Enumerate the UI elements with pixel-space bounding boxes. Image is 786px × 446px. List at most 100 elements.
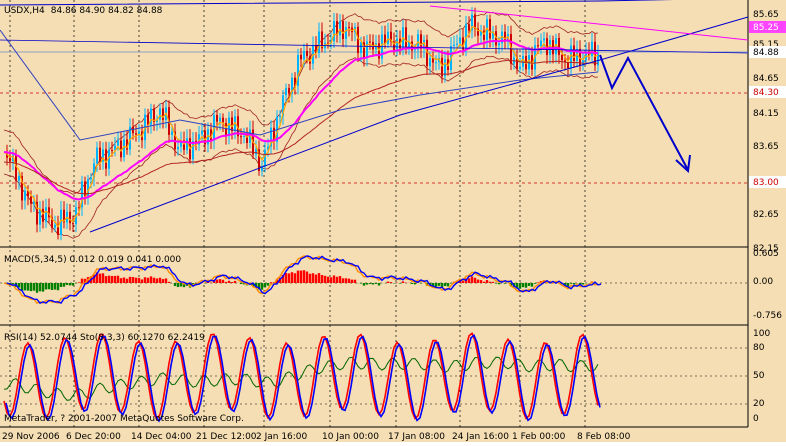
- candle-body: [396, 38, 398, 50]
- candle-body: [228, 117, 230, 136]
- candle-body: [300, 54, 302, 60]
- candle-body: [243, 136, 245, 138]
- candle-body: [498, 43, 500, 46]
- candle-body: [405, 27, 407, 47]
- price-tick-label: 84.15: [753, 109, 779, 119]
- candle-body: [489, 19, 491, 39]
- candle-body: [171, 131, 173, 135]
- time-tick-label: 21 Dec 12:00: [196, 432, 257, 442]
- candle-body: [30, 196, 32, 204]
- candle-body: [105, 149, 107, 169]
- time-tick-label: 2 Jan 16:00: [256, 432, 308, 442]
- candle-body: [453, 44, 455, 47]
- candle-body: [429, 57, 431, 67]
- candle-body: [459, 37, 461, 44]
- price-tick-label: 83.65: [753, 142, 779, 152]
- rsi-tick-label: 50: [753, 371, 765, 381]
- rsi-tick-label: 0: [753, 414, 759, 424]
- price-highlight-label: 83.00: [753, 178, 779, 188]
- copyright-text: MetaTrader, ? 2001-2007 MetaQuotes Softw…: [4, 414, 244, 424]
- candle-body: [69, 211, 71, 224]
- time-tick-label: 8 Feb 08:00: [577, 432, 631, 442]
- candle-body: [216, 115, 218, 122]
- candle-body: [117, 140, 119, 146]
- candle-body: [147, 114, 149, 125]
- candle-body: [201, 130, 203, 135]
- candle-body: [255, 149, 257, 155]
- price-tick-label: 85.65: [753, 10, 779, 20]
- candle-body: [345, 27, 347, 39]
- candle-body: [540, 40, 542, 47]
- candle-body: [96, 147, 98, 164]
- rsi-tick-label: 80: [753, 343, 765, 353]
- candle-body: [288, 88, 290, 94]
- candle-body: [339, 21, 341, 36]
- rsi-label: RSI(14) 52.0744 Sto(8,3,3) 60.1270 62.24…: [4, 333, 205, 343]
- time-tick-label: 1 Feb 00:00: [512, 432, 566, 442]
- candle-body: [519, 66, 521, 70]
- candle-body: [159, 108, 161, 120]
- candle-body: [414, 49, 416, 51]
- price-axis: 85.6585.1584.6584.1583.6583.1582.6582.15…: [749, 10, 786, 424]
- candle-body: [264, 149, 266, 166]
- candle-body: [456, 43, 458, 45]
- candle-body: [306, 51, 308, 57]
- candle-body: [18, 176, 20, 181]
- candle-body: [135, 133, 137, 135]
- candle-body: [387, 31, 389, 44]
- candle-body: [111, 150, 113, 152]
- rsi-tick-label: 100: [753, 329, 770, 339]
- candle-body: [369, 41, 371, 43]
- candle-body: [54, 224, 56, 228]
- candle-body: [219, 117, 221, 122]
- candle-body: [366, 41, 368, 59]
- time-tick-label: 17 Jan 08:00: [388, 432, 445, 442]
- time-tick-label: 29 Nov 2006: [2, 432, 60, 442]
- candle-body: [591, 41, 593, 57]
- chart-window[interactable]: 85.6585.1584.6584.1583.6583.1582.6582.15…: [0, 0, 786, 442]
- candle-body: [333, 21, 335, 42]
- candle-body: [573, 45, 575, 61]
- time-axis: 29 Nov 2006 6 Dec 20:00 14 Dec 04:00 21 Dec…: [2, 432, 631, 442]
- candle-body: [39, 208, 41, 225]
- candle-body: [318, 31, 320, 54]
- candle-body: [162, 108, 164, 120]
- macd-tick-label: 0.00: [753, 277, 773, 287]
- time-tick-label: 14 Dec 04:00: [131, 432, 192, 442]
- candle-body: [474, 14, 476, 29]
- candle-body: [177, 146, 179, 150]
- candle-body: [240, 136, 242, 138]
- candle-body: [24, 190, 26, 201]
- price-tick-label: 82.65: [753, 210, 779, 220]
- time-tick-label: 6 Dec 20:00: [66, 432, 121, 442]
- candle-body: [348, 27, 350, 29]
- candle-body: [537, 45, 539, 47]
- price-highlight-label: 84.88: [753, 48, 779, 58]
- candle-body: [72, 223, 74, 225]
- candle-body: [42, 208, 44, 222]
- symbol-label: USDX,H4 84.86 84.90 84.82 84.88: [4, 6, 163, 16]
- candle-body: [357, 26, 359, 54]
- candle-body: [468, 24, 470, 31]
- candle-body: [9, 157, 11, 162]
- chart-canvas[interactable]: 85.6585.1584.6584.1583.6583.1582.6582.15…: [0, 0, 786, 442]
- candle-body: [297, 54, 299, 86]
- macd-label: MACD(5,34,5) 0.012 0.019 0.041 0.000: [4, 255, 181, 265]
- candle-body: [45, 207, 47, 222]
- candle-body: [558, 38, 560, 55]
- macd-tick-label: 0.605: [753, 249, 779, 259]
- time-tick-label: 24 Jan 16:00: [452, 432, 509, 442]
- candle-body: [225, 123, 227, 136]
- candle-body: [543, 38, 545, 41]
- macd-tick-label: -0.756: [753, 311, 782, 321]
- candle-body: [561, 54, 563, 61]
- time-tick-label: 10 Jan 00:00: [322, 432, 379, 442]
- main-price-panel[interactable]: [0, 0, 748, 246]
- candle-body: [279, 116, 281, 118]
- candle-body: [90, 177, 92, 180]
- price-highlight-label: 84.30: [753, 88, 779, 98]
- rsi-tick-label: 20: [753, 399, 765, 409]
- price-highlight-label: 85.25: [753, 23, 779, 33]
- candle-body: [99, 147, 101, 162]
- candle-body: [231, 117, 233, 132]
